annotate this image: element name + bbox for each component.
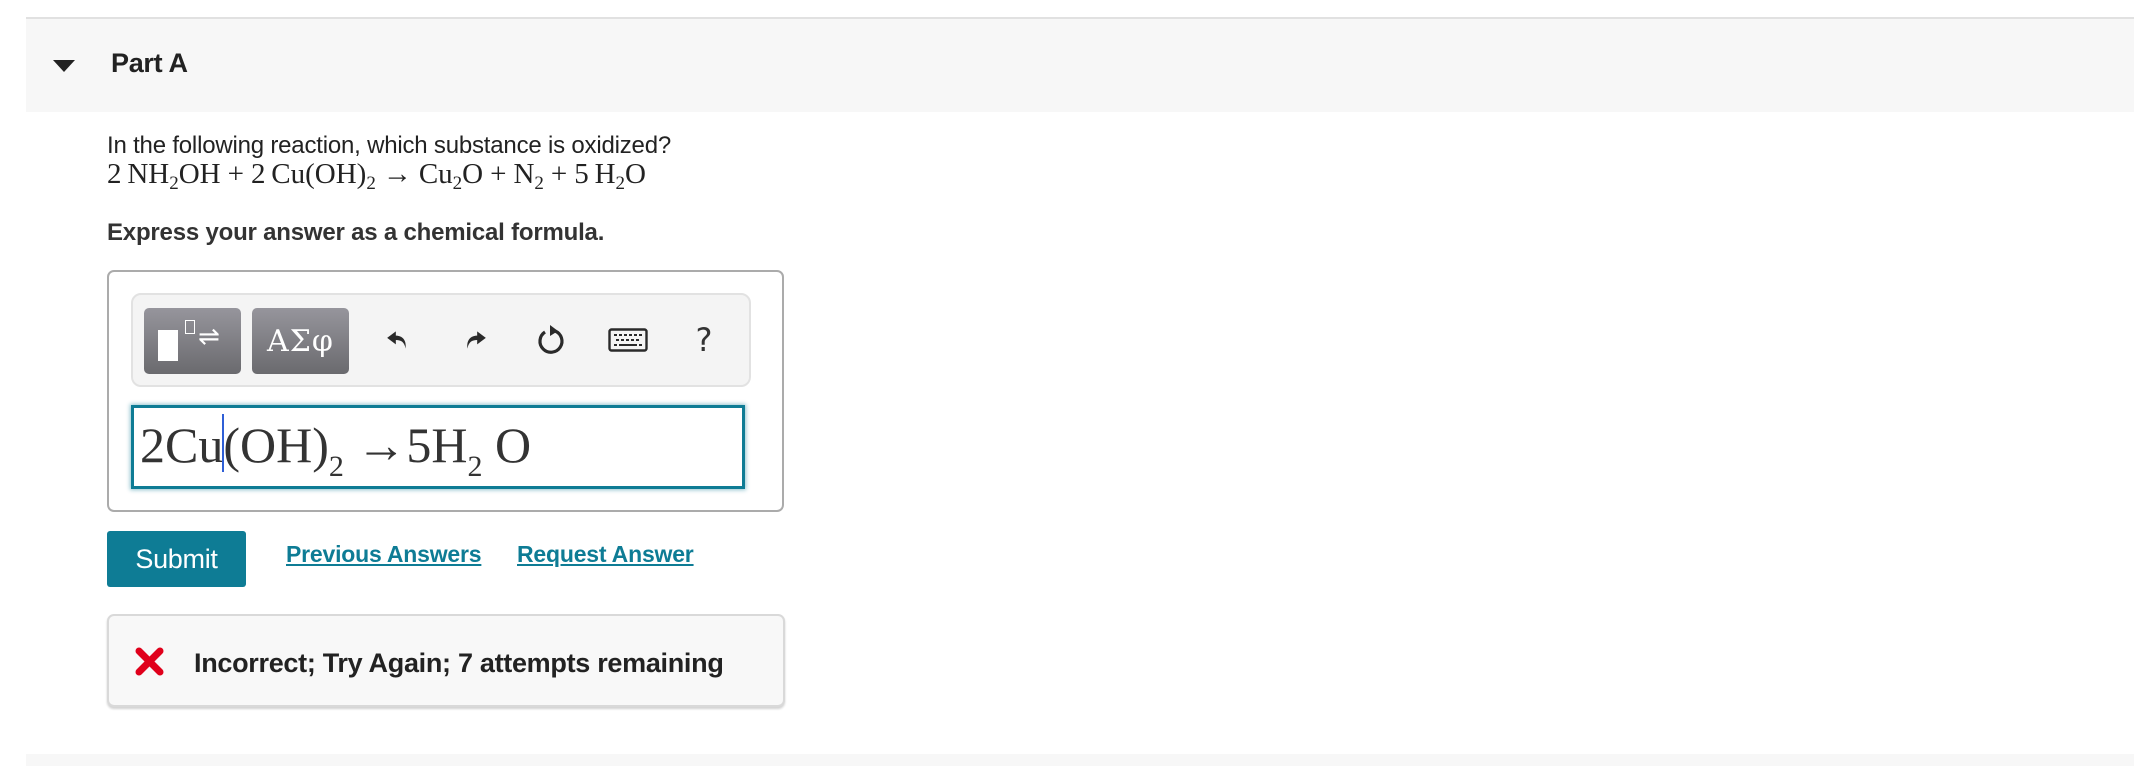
product-term: N2	[513, 158, 544, 194]
answer-text: →5H	[343, 417, 468, 473]
templates-button[interactable]: ⇌	[144, 308, 241, 374]
request-answer-link[interactable]: Request Answer	[517, 541, 694, 568]
feedback-message: Incorrect; Try Again; 7 attempts remaini…	[194, 648, 724, 678]
product-term: 5 H2O	[574, 158, 646, 194]
answer-text-before-cursor: 2Cu	[140, 417, 224, 473]
reaction-equation: 2 NH2OH +2 Cu(OH)2 → Cu2O + N2 +5 H2O	[107, 158, 646, 194]
answer-subscript: 2	[467, 450, 483, 483]
answer-text: (OH)	[223, 417, 329, 473]
submit-button[interactable]: Submit	[107, 531, 246, 587]
greek-symbols-button[interactable]: ΑΣφ	[252, 308, 349, 374]
redo-icon[interactable]	[455, 320, 495, 360]
x-icon	[135, 647, 164, 676]
answer-subscript: 2	[328, 450, 344, 483]
answer-text: O	[482, 417, 532, 473]
part-header[interactable]	[26, 19, 2134, 112]
help-button[interactable]: ?	[684, 320, 724, 360]
plus-sign: +	[490, 158, 507, 190]
caret-down-icon[interactable]	[53, 60, 75, 72]
part-title[interactable]: Part A	[111, 48, 188, 79]
plus-sign: +	[550, 158, 568, 190]
next-section-band	[26, 754, 2134, 766]
previous-answers-link[interactable]: Previous Answers	[286, 541, 482, 568]
reactant-term: 2 NH2OH	[107, 158, 221, 194]
answer-input[interactable]: 2Cu(OH)2 →5H2 O	[131, 405, 745, 489]
reactant-term: 2 Cu(OH)2	[250, 158, 376, 194]
reset-icon[interactable]	[531, 320, 571, 360]
reaction-arrow: →	[382, 158, 412, 190]
keyboard-icon[interactable]	[608, 320, 648, 360]
answer-instruction: Express your answer as a chemical formul…	[107, 219, 605, 246]
question-prompt: In the following reaction, which substan…	[107, 132, 671, 159]
undo-icon[interactable]	[378, 320, 418, 360]
plus-sign: +	[227, 158, 244, 190]
product-term: Cu2O	[418, 158, 484, 194]
